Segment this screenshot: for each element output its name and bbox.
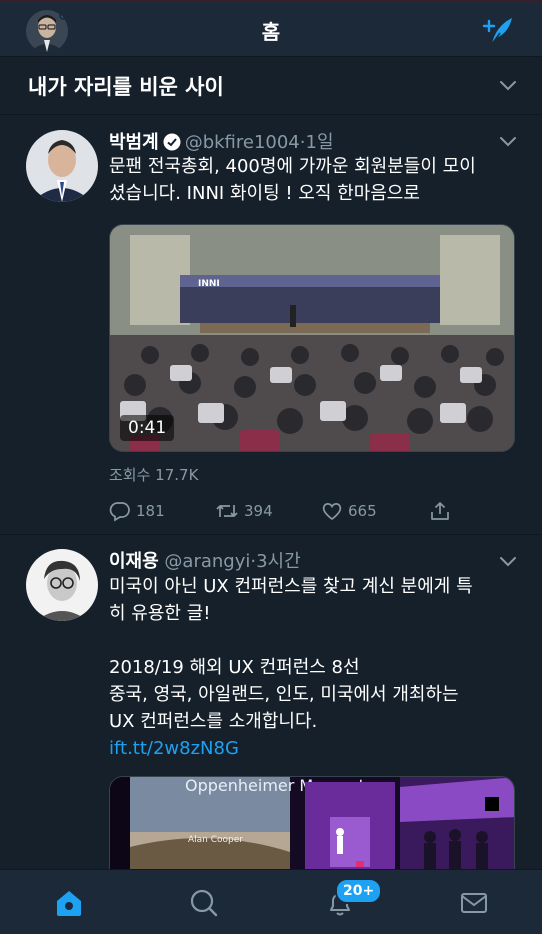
tweet-text-line: 문팬 전국총회, 400명에 가까운 회원분들이 모이 xyxy=(109,156,476,177)
reply-button[interactable]: 181 xyxy=(109,497,165,525)
page-title: 홈 xyxy=(261,20,281,44)
tweet-time[interactable]: 3시간 xyxy=(256,551,301,572)
tweet-link[interactable]: ift.tt/2w8zN8G xyxy=(109,735,519,762)
section-title: 내가 자리를 비운 사이 xyxy=(28,75,224,99)
search-icon[interactable] xyxy=(188,887,220,919)
avatar-image xyxy=(26,549,98,621)
bottom-nav: 20+ xyxy=(0,869,542,934)
tweet-author-avatar[interactable] xyxy=(26,549,98,621)
tweet-author-avatar[interactable] xyxy=(26,130,98,202)
tweet-text-line: UX 컨퍼런스를 소개합니다. xyxy=(109,711,318,732)
tweet-actions: 181 394 665 xyxy=(109,497,515,525)
tweet-card[interactable]: 박범계 @bkfire1004·1일 문팬 전국총회, 400명에 가까운 회원분… xyxy=(0,115,542,535)
top-bar: 홈 xyxy=(0,0,542,57)
home-icon[interactable] xyxy=(53,887,85,919)
section-header: 내가 자리를 비운 사이 xyxy=(0,57,542,115)
retweet-count: 394 xyxy=(244,502,273,520)
retweet-icon xyxy=(216,505,238,517)
tweet-time[interactable]: 1일 xyxy=(306,132,334,153)
tweet-text-line xyxy=(109,627,519,654)
tweet-header: 이재용 @arangyi·3시간 xyxy=(109,547,301,573)
verified-icon xyxy=(163,133,181,151)
chevron-down-icon[interactable] xyxy=(498,77,518,96)
compose-icon[interactable] xyxy=(480,12,516,48)
avatar-image xyxy=(26,130,98,202)
like-button[interactable]: 665 xyxy=(321,497,377,525)
video-duration: 0:41 xyxy=(120,415,175,441)
reply-icon xyxy=(109,502,130,522)
like-icon xyxy=(322,503,342,521)
tweet-text-line: 히 유용한 글! xyxy=(109,603,211,624)
tweet-header: 박범계 @bkfire1004·1일 xyxy=(109,128,334,154)
banner-text: INNI xyxy=(198,279,220,289)
author-name[interactable]: 이재용 xyxy=(109,551,159,572)
slide-author: Alan Cooper xyxy=(188,835,243,845)
tweet-text-line: 2018/19 해외 UX 컨퍼런스 8선 xyxy=(109,657,360,678)
author-name[interactable]: 박범계 xyxy=(109,132,159,153)
reply-count: 181 xyxy=(136,502,165,520)
view-count: 조회수 17.7K xyxy=(109,466,199,484)
tweet-video[interactable]: INNI 0:41 xyxy=(109,224,515,452)
notification-badge: 20+ xyxy=(335,878,383,904)
tweet-text-line: 중국, 영국, 아일랜드, 인도, 미국에서 개최하는 xyxy=(109,684,459,705)
tweet-text-line: 미국이 아닌 UX 컨퍼런스를 찾고 계신 분에게 특 xyxy=(109,576,473,597)
like-count: 665 xyxy=(348,502,377,520)
tweet-text: 미국이 아닌 UX 컨퍼런스를 찾고 계신 분에게 특 히 유용한 글! 201… xyxy=(109,573,519,762)
tweet-text-line: 셨습니다. INNI 화이팅 ! 오직 한마음으로 xyxy=(109,183,420,204)
tweet-text: 문팬 전국총회, 400명에 가까운 회원분들이 모이 셨습니다. INNI 화… xyxy=(109,153,519,207)
chevron-down-icon[interactable] xyxy=(498,133,518,152)
messages-icon[interactable] xyxy=(458,887,490,919)
share-button[interactable] xyxy=(429,497,456,525)
share-icon xyxy=(431,502,449,520)
author-handle[interactable]: @arangyi xyxy=(164,551,250,572)
chevron-down-icon[interactable] xyxy=(498,553,518,572)
tweet-card[interactable]: 이재용 @arangyi·3시간 미국이 아닌 UX 컨퍼런스를 찾고 계신 분… xyxy=(0,535,542,916)
retweet-button[interactable]: 394 xyxy=(215,497,273,525)
author-handle[interactable]: @bkfire1004 xyxy=(185,132,300,153)
